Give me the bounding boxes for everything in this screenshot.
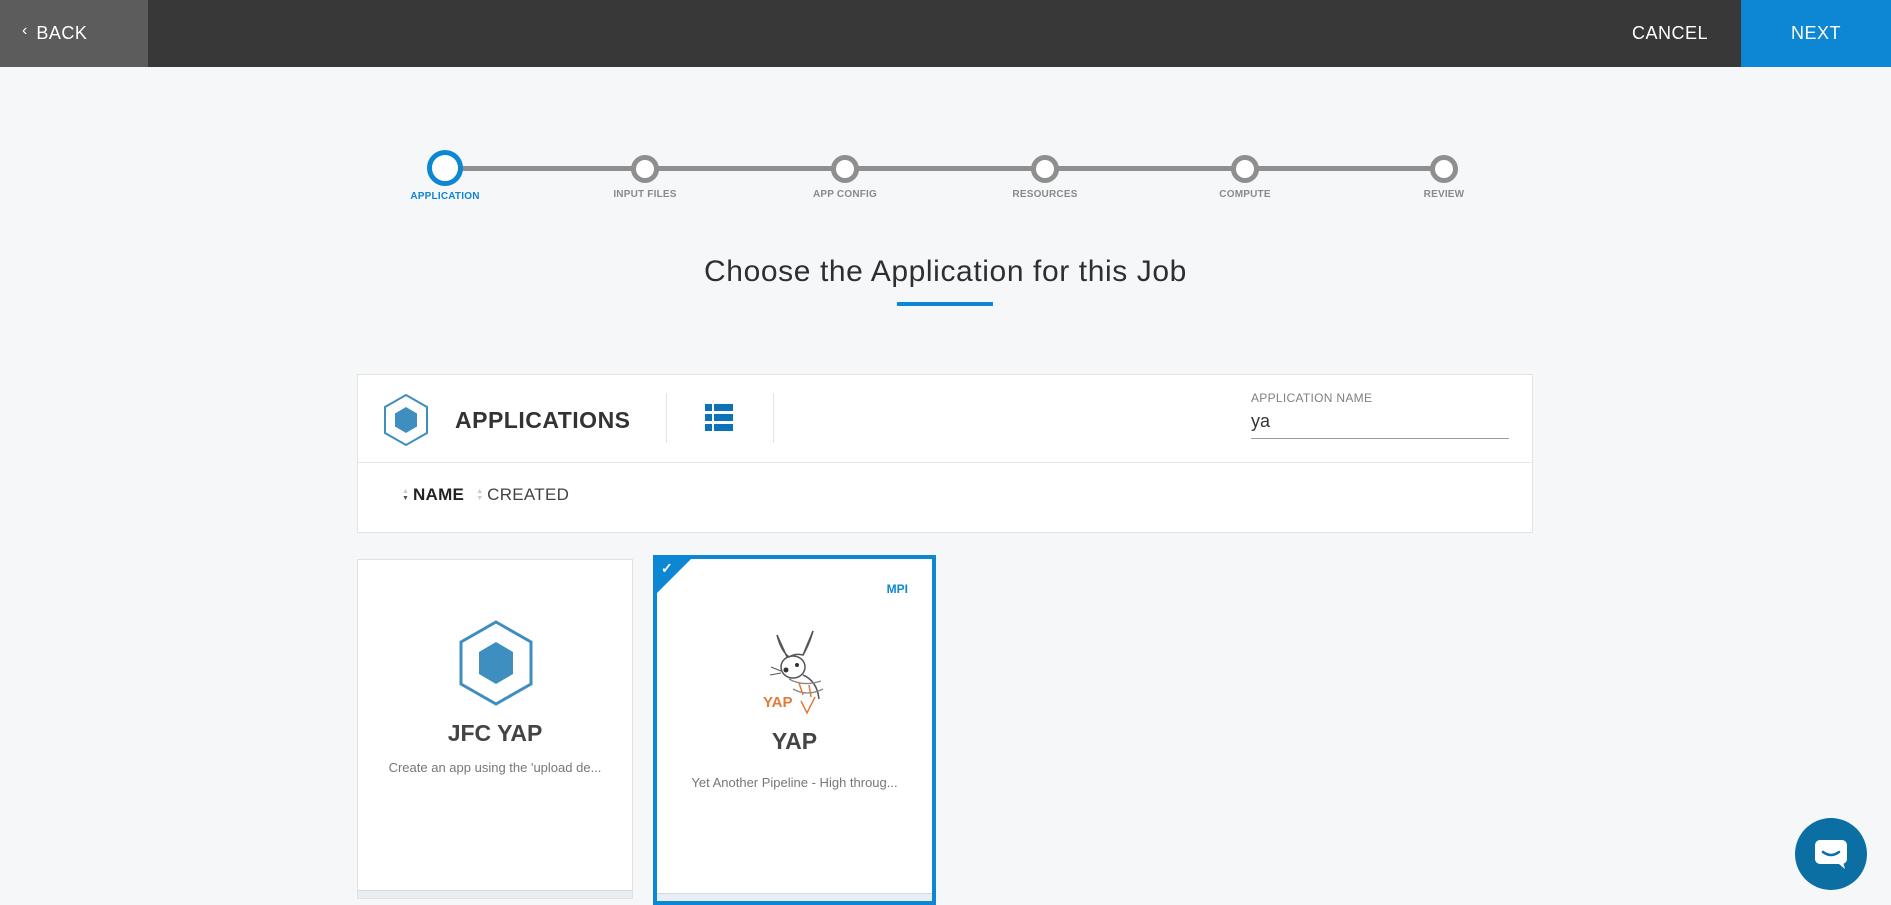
step-indicator [831, 155, 859, 183]
step-label: APP CONFIG [812, 189, 878, 200]
app-card-jfc-yap[interactable]: JFC YAP Create an app using the 'upload … [357, 559, 633, 899]
sort-arrows-icon: ▲ ▼ [402, 488, 409, 502]
sort-by-name[interactable]: ▲ ▼ NAME [402, 485, 464, 505]
chevron-left-icon: ‹ [22, 21, 28, 39]
step-indicator [631, 155, 659, 183]
sort-created-label: CREATED [487, 485, 570, 504]
app-card-yap[interactable]: ✓ MPI YAP YAP Yet Another Pipeline - Hig… [653, 555, 936, 905]
cancel-button[interactable]: CANCEL [1600, 0, 1740, 67]
page-title: Choose the Application for this Job [704, 255, 1187, 288]
step-indicator [1430, 155, 1458, 183]
step-indicator [427, 150, 463, 186]
sort-by-created[interactable]: ▲ ▼ CREATED [476, 485, 569, 505]
application-name-filter: APPLICATION NAME [1251, 391, 1509, 439]
panel-title: APPLICATIONS [455, 407, 631, 433]
sort-bar: ▲ ▼ NAME ▲ ▼ CREATED [402, 485, 581, 505]
card-title: YAP [771, 728, 818, 754]
step-review[interactable]: REVIEW [1374, 150, 1514, 200]
wizard-stepper: APPLICATION INPUT FILES APP CONFIG RESOU… [0, 150, 1891, 210]
hexagon-app-icon [459, 620, 533, 706]
divider [773, 393, 774, 443]
card-description: Create an app using the 'upload de... [388, 760, 602, 775]
step-indicator [1031, 155, 1059, 183]
step-label: COMPUTE [1219, 189, 1271, 200]
hexagon-app-icon [384, 393, 428, 447]
step-application[interactable]: APPLICATION [375, 150, 515, 202]
list-view-icon[interactable] [705, 404, 733, 431]
search-label: APPLICATION NAME [1251, 391, 1373, 405]
next-button[interactable]: NEXT [1741, 0, 1891, 67]
applications-panel: APPLICATIONS APPLICATION NAME ▲▼ NAME ▲▼ [357, 374, 1533, 533]
sort-name-label: NAME [412, 485, 465, 504]
yap-logo-text: YAP [763, 694, 792, 711]
step-compute[interactable]: COMPUTE [1175, 150, 1315, 200]
step-label: APPLICATION [410, 191, 480, 202]
chat-icon [1815, 840, 1847, 869]
top-bar: ‹ BACK CANCEL NEXT [0, 0, 1891, 67]
step-label: RESOURCES [1012, 189, 1078, 200]
title-underline [897, 302, 993, 306]
yap-logo: YAP [763, 630, 824, 715]
application-name-input[interactable] [1251, 411, 1509, 439]
card-footer [657, 893, 932, 901]
chat-launcher-button[interactable] [1795, 818, 1867, 890]
sort-arrows-icon: ▲ ▼ [476, 488, 484, 502]
back-button[interactable]: ‹ BACK [0, 0, 148, 67]
card-footer [358, 890, 632, 898]
back-button-label: BACK [36, 23, 88, 43]
step-app-config[interactable]: APP CONFIG [775, 150, 915, 200]
step-resources[interactable]: RESOURCES [975, 150, 1115, 200]
divider [666, 393, 667, 443]
card-title: JFC YAP [447, 720, 543, 746]
step-input-files[interactable]: INPUT FILES [575, 150, 715, 200]
checkmark-icon: ✓ [661, 560, 673, 576]
mpi-badge: MPI [886, 582, 908, 596]
step-indicator [1231, 155, 1259, 183]
panel-header: APPLICATIONS APPLICATION NAME [358, 375, 1532, 463]
step-label: REVIEW [1423, 189, 1465, 200]
step-label: INPUT FILES [613, 189, 677, 200]
card-description: Yet Another Pipeline - High throug... [691, 775, 898, 790]
